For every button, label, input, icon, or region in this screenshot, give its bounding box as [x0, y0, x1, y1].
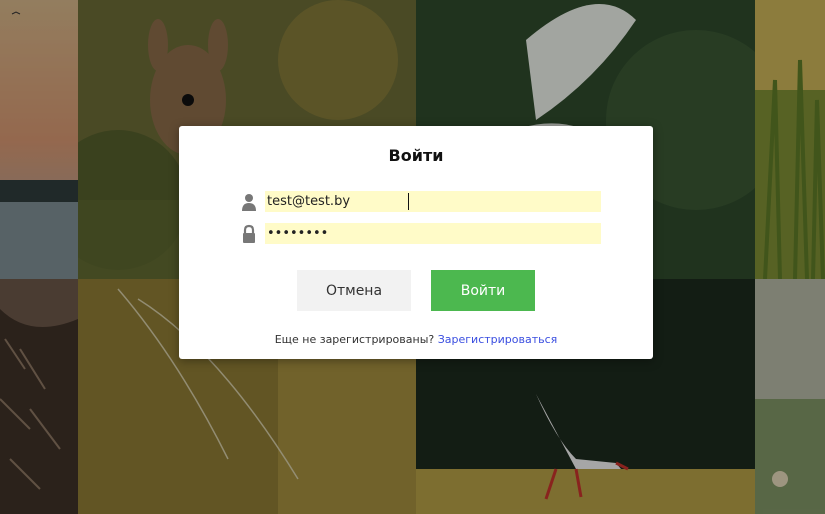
password-row	[239, 223, 601, 244]
email-field[interactable]	[265, 191, 601, 212]
lock-icon	[239, 224, 259, 244]
login-dialog: Войти Отмена Войти Еще не зарегистрирова…	[179, 126, 653, 359]
user-icon	[239, 192, 259, 212]
password-field[interactable]	[265, 223, 601, 244]
cancel-button[interactable]: Отмена	[297, 270, 411, 311]
login-button[interactable]: Войти	[431, 270, 535, 311]
signup-link[interactable]: Зарегистрироваться	[438, 333, 558, 346]
signup-prompt-line: Еще не зарегистрированы? Зарегистрироват…	[179, 333, 653, 346]
username-row	[239, 191, 601, 212]
signup-prompt-text: Еще не зарегистрированы?	[274, 333, 435, 346]
text-caret	[408, 193, 409, 210]
dialog-title: Войти	[388, 146, 444, 165]
